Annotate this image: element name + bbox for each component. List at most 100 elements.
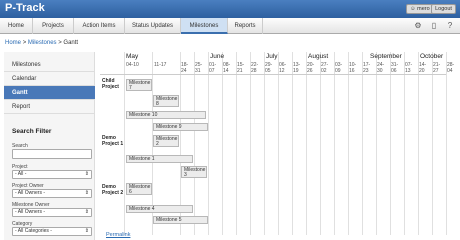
grid-line (390, 52, 391, 235)
category-select-value: - All Categories - (15, 228, 52, 234)
logout-button[interactable]: Logout (431, 4, 456, 14)
week-label: 22-28 (251, 62, 259, 74)
week-label: 25-31 (195, 62, 203, 74)
week-label: 21-27 (433, 62, 441, 74)
milestone-bar[interactable]: Milestone 5 (153, 216, 208, 224)
week-label: 17-23 (363, 62, 371, 74)
month-label: September (370, 53, 402, 60)
sidebar-item-milestones[interactable]: Milestones (4, 58, 95, 72)
grid-line (250, 52, 251, 235)
milestone-bar[interactable]: Milestone 3 (181, 166, 207, 178)
select-arrow-icon: ⇕ (84, 190, 89, 196)
select-arrow-icon: ⇕ (84, 228, 89, 234)
breadcrumb-milestones[interactable]: Milestones (28, 40, 57, 46)
week-label: 15-21 (237, 62, 245, 74)
grid-line (404, 52, 405, 235)
header-divider (100, 74, 446, 75)
grid-line (320, 52, 321, 235)
grid-line (292, 52, 293, 235)
week-label: 31-06 (391, 62, 399, 74)
tab-reports[interactable]: Reports (228, 18, 263, 34)
week-label: 20-26 (307, 62, 315, 74)
tab-home[interactable]: Home (0, 18, 33, 34)
milestone-bar[interactable]: Milestone 2 (153, 135, 179, 147)
week-label: 13-19 (293, 62, 301, 74)
week-label: 14-20 (419, 62, 427, 74)
app-title: P-Track (5, 2, 45, 14)
sidebar-item-report[interactable]: Report (4, 100, 95, 114)
breadcrumb: Home > Milestones > Gantt (5, 40, 78, 46)
gear-icon[interactable]: ⚙ (413, 21, 423, 31)
week-label: 11-17 (154, 62, 167, 68)
gantt-chart: May June July August September October 0… (100, 52, 456, 240)
milestone-bar[interactable]: Milestone 7 (126, 79, 152, 91)
milestone-owner-select[interactable]: - All Owners - ⇕ (12, 208, 92, 217)
project-select-value: - All - (15, 171, 27, 177)
main-nav: Home Projects Action Items Status Update… (0, 18, 460, 34)
grid-line (376, 52, 377, 235)
grid-line (334, 52, 335, 235)
week-label: 07-13 (405, 62, 413, 74)
milestone-owner-select-value: - All Owners - (15, 209, 46, 215)
project-select[interactable]: - All - ⇕ (12, 170, 92, 179)
milestone-bar[interactable]: Milestone 8 (153, 95, 179, 107)
breadcrumb-current: Gantt (63, 40, 79, 46)
breadcrumb-home[interactable]: Home (5, 40, 21, 46)
project-owner-select[interactable]: - All Owners - ⇕ (12, 189, 92, 198)
grid-line (222, 52, 223, 235)
tab-action-items[interactable]: Action Items (74, 18, 125, 34)
month-label: June (210, 53, 225, 60)
user-button[interactable]: ☺ mero (406, 4, 434, 14)
milestone-bar[interactable]: Milestone 9 (153, 123, 208, 131)
month-label: May (126, 53, 139, 60)
week-label: 10-16 (349, 62, 357, 74)
grid-line (278, 52, 279, 235)
project-owner-select-value: - All Owners - (15, 190, 46, 196)
project-label: Child Project (102, 78, 119, 90)
week-label: 29-05 (265, 62, 273, 74)
breadcrumb-separator: > (58, 40, 62, 46)
month-label: October (420, 53, 444, 60)
tab-projects[interactable]: Projects (33, 18, 74, 34)
category-select[interactable]: - All Categories - ⇕ (12, 227, 92, 236)
milestone-bar[interactable]: Milestone 4 (126, 205, 193, 213)
grid-line (124, 52, 125, 235)
sidebar: Milestones Calendar Gantt Report Search … (4, 52, 95, 240)
week-label: 01-07 (209, 62, 217, 74)
week-label: 04-10 (126, 62, 139, 68)
select-arrow-icon: ⇕ (84, 171, 89, 177)
grid-line (418, 52, 419, 235)
breadcrumb-separator: > (22, 40, 27, 46)
milestone-bar[interactable]: Milestone 10 (126, 111, 206, 119)
week-label: 03-09 (335, 62, 343, 74)
week-label: 08-14 (223, 62, 231, 74)
permalink-link[interactable]: Permalink (106, 232, 130, 238)
grid-line (236, 52, 237, 235)
month-label: August (308, 53, 329, 60)
user-name: mero (417, 6, 430, 12)
user-icon: ☺ (410, 6, 416, 12)
grid-line (194, 52, 195, 235)
project-label: Demo Project 2 (102, 184, 124, 196)
top-bar: P-Track ☺ mero Logout (0, 0, 460, 18)
help-icon[interactable]: ? (445, 21, 455, 31)
mobile-icon[interactable]: ▯ (429, 21, 439, 31)
milestone-bar[interactable]: Milestone 1 (126, 155, 193, 163)
grid-line (264, 52, 265, 235)
tab-milestones[interactable]: Milestones (181, 18, 228, 34)
week-label: 27-02 (321, 62, 329, 74)
week-label: 18-24 (181, 62, 189, 74)
week-label: 06-12 (279, 62, 287, 74)
tab-status-updates[interactable]: Status Updates (125, 18, 181, 34)
grid-line (306, 52, 307, 235)
sidebar-item-calendar[interactable]: Calendar (4, 72, 95, 86)
project-label: Demo Project 1 (102, 135, 124, 147)
milestone-bar[interactable]: Milestone 6 (126, 183, 152, 195)
search-input[interactable] (12, 149, 92, 159)
grid-line (208, 52, 209, 235)
month-label: July (266, 53, 278, 60)
search-filter-title: Search Filter (12, 128, 52, 135)
grid-line (432, 52, 433, 235)
week-label: 24-30 (377, 62, 385, 74)
sidebar-item-gantt[interactable]: Gantt (4, 86, 95, 100)
